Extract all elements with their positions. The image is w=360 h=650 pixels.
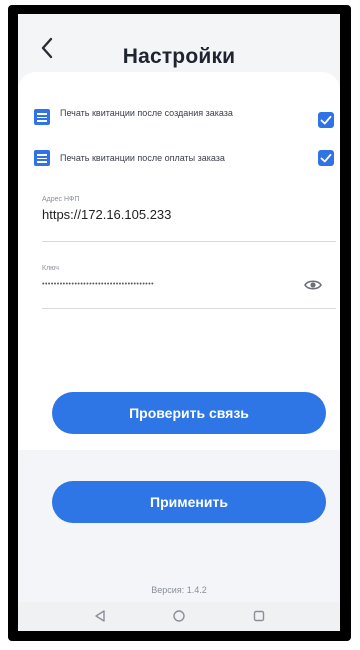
print-after-create-checkbox[interactable] — [318, 112, 334, 128]
checkbox-checked-icon — [320, 153, 332, 163]
setting-print-after-create: Печать квитанции после создания заказа — [34, 108, 334, 139]
key-field-underline — [42, 308, 336, 309]
toggle-visibility-button[interactable] — [304, 278, 322, 290]
address-field-underline — [42, 241, 336, 242]
system-nav-bar — [18, 602, 340, 631]
checkbox-checked-icon — [320, 115, 332, 125]
key-field-value[interactable]: •••••••••••••••••••••••••••••••••••••• — [42, 281, 282, 288]
square-recents-icon — [253, 610, 265, 622]
address-field-caption: Адрес НФП — [42, 196, 80, 203]
nav-back-button[interactable] — [93, 609, 107, 623]
print-after-payment-checkbox[interactable] — [318, 150, 334, 166]
apply-button[interactable]: Применить — [52, 481, 326, 523]
address-field-value[interactable]: https://172.16.105.233 — [42, 207, 336, 222]
circle-home-icon — [173, 610, 185, 622]
setting-print-after-payment-label: Печать квитанции после оплаты заказа — [60, 153, 225, 163]
key-field-caption: Ключ — [42, 265, 59, 272]
address-field[interactable]: Адрес НФП https://172.16.105.233 — [42, 196, 336, 242]
page-title: Настройки — [122, 45, 236, 68]
key-field[interactable]: Ключ •••••••••••••••••••••••••••••••••••… — [42, 265, 336, 309]
page-frame: Настройки Печать квитанции после создани… — [0, 0, 360, 650]
check-connection-button[interactable]: Проверить связь — [52, 392, 326, 434]
top-bar: Настройки — [18, 14, 340, 78]
nav-recents-button[interactable] — [252, 609, 266, 623]
version-label: Версия: 1.4.2 — [151, 585, 207, 595]
app-screen: Настройки Печать квитанции после создани… — [18, 14, 340, 631]
setting-print-after-payment: Печать квитанции после оплаты заказа — [34, 150, 334, 168]
list-icon — [34, 109, 50, 125]
nav-home-button[interactable] — [172, 609, 186, 623]
eye-icon — [304, 280, 322, 290]
list-icon — [34, 150, 50, 166]
triangle-back-icon — [95, 610, 105, 622]
setting-print-after-create-label: Печать квитанции после создания заказа — [60, 108, 233, 118]
